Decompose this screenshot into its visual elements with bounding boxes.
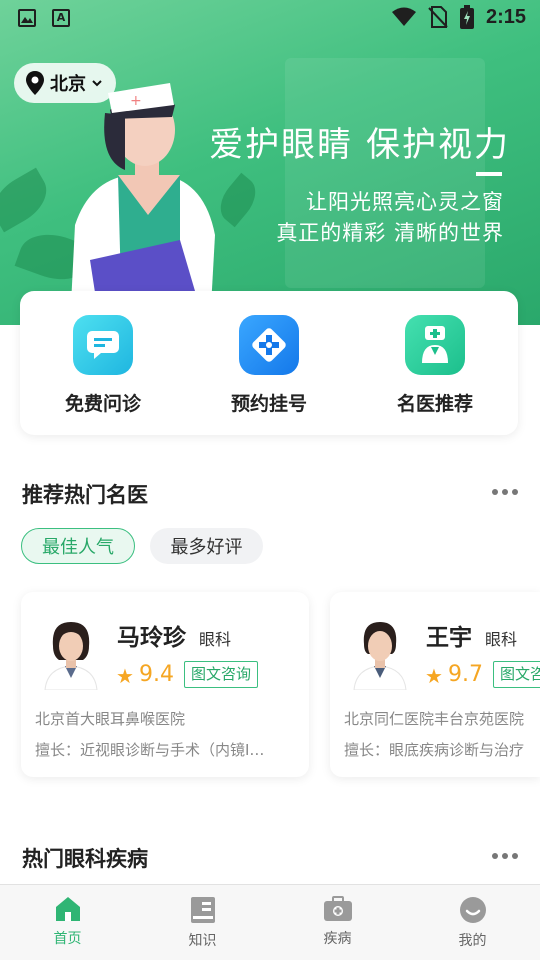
banner-background-board: [285, 58, 485, 288]
free-consult-label: 免费问诊: [64, 393, 141, 415]
home-icon: [55, 897, 80, 921]
font-notification-icon: A: [52, 9, 70, 27]
nav-profile-label: 我的: [458, 933, 487, 949]
doctor-department: 眼科: [199, 630, 232, 649]
profile-icon: [459, 897, 486, 923]
nav-home-label: 首页: [53, 931, 82, 947]
doctor-avatar: [353, 622, 407, 690]
no-sim-icon: [428, 6, 448, 28]
bottom-nav: 首页 知识 疾病 我的: [0, 884, 540, 960]
doctor-rating: 9.7: [448, 662, 483, 687]
location-selector[interactable]: 北京: [14, 63, 116, 103]
doctor-hospital: 北京首大眼耳鼻喉医院: [35, 710, 186, 728]
book-appointment-label: 预约挂号: [230, 393, 307, 415]
doctor-card[interactable]: 王宇 眼科 ★ 9.7 图文咨询 北京同仁医院丰台京苑医院 擅长：眼底疾病诊断与…: [330, 592, 540, 777]
nav-disease-label: 疾病: [323, 931, 352, 947]
nav-knowledge[interactable]: 知识: [135, 885, 270, 960]
disease-section-title: 热门眼科疾病: [22, 847, 148, 871]
banner-title: 爱护眼睛 保护视力: [209, 125, 510, 165]
home-screen: + 爱护眼睛 保护视力 让阳光照亮心灵之窗 真正的精彩 清晰的世界 A 2:15…: [0, 0, 540, 960]
status-bar: A 2:15: [0, 0, 540, 36]
star-icon: ★: [116, 664, 134, 688]
chevron-down-icon: [92, 80, 102, 87]
quick-actions-card: 免费问诊 预约挂号 名医推荐: [20, 291, 518, 435]
consult-tag[interactable]: 图文咨询: [493, 661, 540, 688]
image-notification-icon: [18, 9, 36, 27]
svg-text:+: +: [130, 93, 142, 109]
nav-home[interactable]: 首页: [0, 885, 135, 960]
consult-tag[interactable]: 图文咨询: [184, 661, 259, 688]
location-city: 北京: [50, 74, 86, 95]
clock: 2:15: [485, 5, 526, 28]
tab-most-popular[interactable]: 最佳人气: [21, 528, 135, 564]
tab-most-praised[interactable]: 最多好评: [150, 528, 263, 564]
banner[interactable]: + 爱护眼睛 保护视力 让阳光照亮心灵之窗 真正的精彩 清晰的世界: [0, 0, 540, 325]
nav-disease[interactable]: 疾病: [270, 885, 405, 960]
doctor-card[interactable]: 马玲珍 眼科 ★ 9.4 图文咨询 北京首大眼耳鼻喉医院 擅长：近视眼诊断与手术…: [21, 592, 309, 777]
hospital-cross-icon: [239, 315, 299, 375]
chat-icon: [73, 315, 133, 375]
battery-charging-icon: [459, 5, 474, 29]
recommend-more-icon[interactable]: [492, 489, 518, 495]
doctor-specialty: 擅长：近视眼诊断与手术（内镜I…: [35, 741, 265, 759]
banner-subtitle-2: 真正的精彩 清晰的世界: [276, 221, 504, 245]
book-appointment-button[interactable]: 预约挂号: [204, 315, 334, 435]
wifi-icon: [391, 7, 416, 26]
nav-profile[interactable]: 我的: [405, 885, 540, 960]
nurse-illustration: +: [70, 83, 215, 325]
location-pin-icon: [26, 71, 44, 95]
medical-kit-icon: [323, 896, 352, 921]
doctor-rating: 9.4: [139, 662, 174, 687]
banner-divider: [476, 172, 502, 176]
banner-subtitle-1: 让阳光照亮心灵之窗: [306, 190, 504, 214]
free-consult-button[interactable]: 免费问诊: [38, 315, 168, 435]
doctor-icon: [405, 315, 465, 375]
doctor-specialty: 擅长：眼底疾病诊断与治疗: [344, 741, 525, 759]
nav-knowledge-label: 知识: [188, 933, 217, 949]
doctor-recommend-button[interactable]: 名医推荐: [370, 315, 500, 435]
doctor-hospital: 北京同仁医院丰台京苑医院: [344, 710, 525, 728]
star-icon: ★: [425, 664, 443, 688]
doctor-name: 马玲珍: [117, 625, 186, 651]
doctor-recommend-label: 名医推荐: [396, 393, 473, 415]
doctor-department: 眼科: [485, 630, 518, 649]
book-icon: [190, 897, 215, 923]
disease-more-icon[interactable]: [492, 853, 518, 859]
recommend-section-title: 推荐热门名医: [22, 483, 148, 507]
doctor-name: 王宇: [426, 625, 472, 651]
doctor-avatar: [44, 622, 98, 690]
